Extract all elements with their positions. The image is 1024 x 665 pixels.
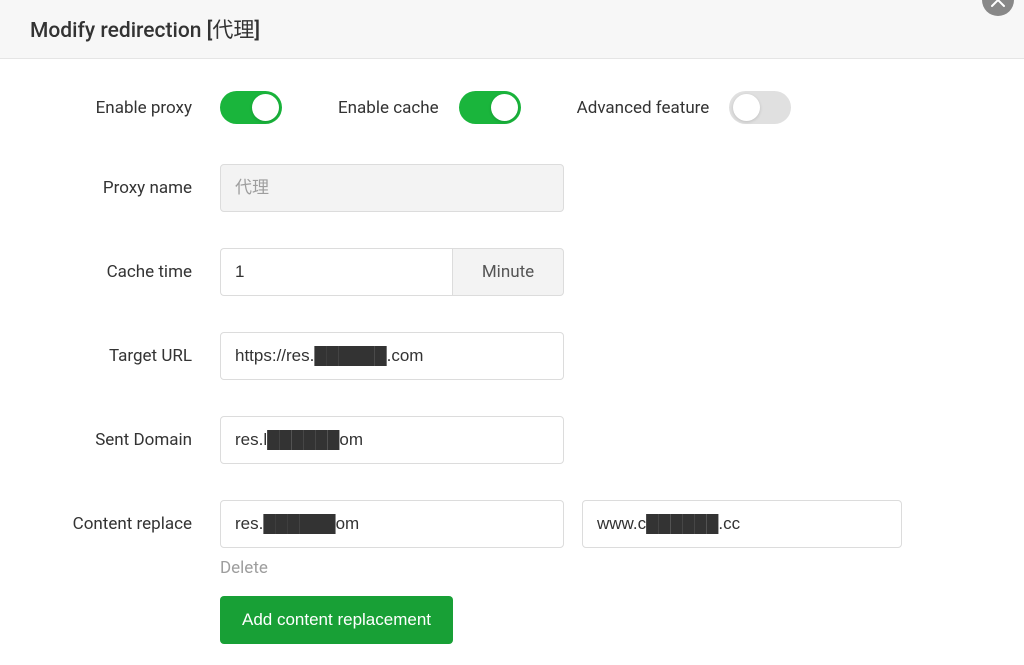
target-url-label: Target URL <box>40 346 220 366</box>
toggle-knob <box>491 94 518 121</box>
proxy-name-input[interactable] <box>220 164 564 212</box>
toggle-item-enable-cache: Enable cache <box>282 91 521 124</box>
toggle-knob <box>733 94 760 121</box>
row-content-replace: Content replace <box>40 500 984 548</box>
delete-replacement-button[interactable]: Delete <box>220 558 268 578</box>
toggle-row: Enable proxy Enable cache Advanced featu… <box>40 91 984 124</box>
toggle-item-advanced: Advanced feature <box>521 91 792 124</box>
sent-domain-label: Sent Domain <box>40 430 220 450</box>
sent-domain-input[interactable] <box>220 416 564 464</box>
content-replace-label: Content replace <box>40 514 220 534</box>
content-replace-to-input[interactable] <box>582 500 902 548</box>
row-proxy-name: Proxy name <box>40 164 984 212</box>
cache-time-label: Cache time <box>40 262 220 282</box>
content-replace-from-input[interactable] <box>220 500 564 548</box>
enable-cache-toggle[interactable] <box>459 91 521 124</box>
toggle-item-enable-proxy: Enable proxy <box>40 91 282 124</box>
cache-time-input[interactable] <box>220 248 452 296</box>
close-icon <box>991 0 1005 7</box>
form-area: Enable proxy Enable cache Advanced featu… <box>0 59 1024 644</box>
cache-time-unit-selector[interactable]: Minute <box>452 248 564 296</box>
enable-proxy-toggle[interactable] <box>220 91 282 124</box>
dialog-header: Modify redirection [代理] <box>0 0 1024 59</box>
advanced-feature-label: Advanced feature <box>521 98 730 118</box>
proxy-name-label: Proxy name <box>40 178 220 198</box>
enable-proxy-label: Enable proxy <box>40 98 220 118</box>
row-sent-domain: Sent Domain <box>40 416 984 464</box>
add-content-replacement-button[interactable]: Add content replacement <box>220 596 453 644</box>
dialog-title: Modify redirection [代理] <box>30 14 260 44</box>
advanced-feature-toggle[interactable] <box>729 91 791 124</box>
target-url-input[interactable] <box>220 332 564 380</box>
row-cache-time: Cache time Minute <box>40 248 984 296</box>
toggle-knob <box>252 94 279 121</box>
row-target-url: Target URL <box>40 332 984 380</box>
enable-cache-label: Enable cache <box>282 98 459 118</box>
